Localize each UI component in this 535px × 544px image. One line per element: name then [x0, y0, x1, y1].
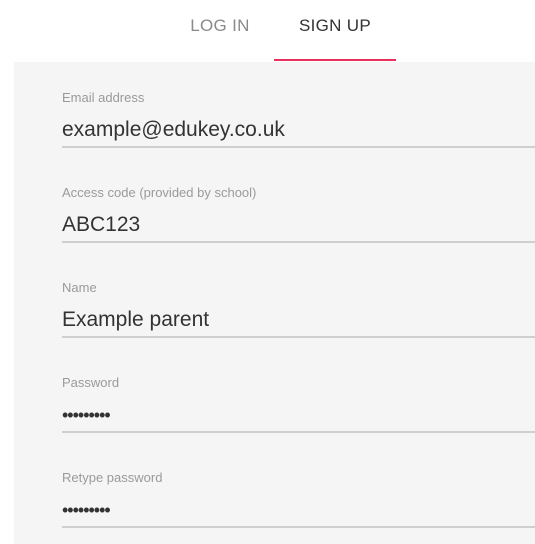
signup-form: Email address Access code (provided by s…: [14, 62, 535, 544]
name-field[interactable]: [62, 304, 535, 338]
name-field-group: Name: [62, 280, 535, 374]
auth-screen: LOG IN SIGN UP Email address Access code…: [0, 0, 535, 544]
tab-signup[interactable]: SIGN UP: [274, 14, 396, 62]
email-field-group: Email address: [62, 90, 535, 184]
active-tab-indicator: [274, 59, 396, 61]
name-label: Name: [62, 280, 97, 295]
password-label: Password: [62, 375, 120, 390]
access-code-field-group: Access code (provided by school): [62, 185, 535, 279]
retype-password-field-group: Retype password: [62, 470, 535, 544]
tab-login[interactable]: LOG IN: [174, 14, 266, 62]
retype-password-label: Retype password: [62, 470, 163, 485]
password-field[interactable]: [62, 399, 535, 433]
auth-tabs: LOG IN SIGN UP: [0, 0, 535, 62]
retype-password-field[interactable]: [62, 494, 535, 528]
access-code-label: Access code (provided by school): [62, 185, 257, 200]
email-field[interactable]: [62, 114, 535, 148]
access-code-field[interactable]: [62, 209, 535, 243]
email-label: Email address: [62, 90, 145, 105]
password-field-group: Password: [62, 375, 535, 469]
